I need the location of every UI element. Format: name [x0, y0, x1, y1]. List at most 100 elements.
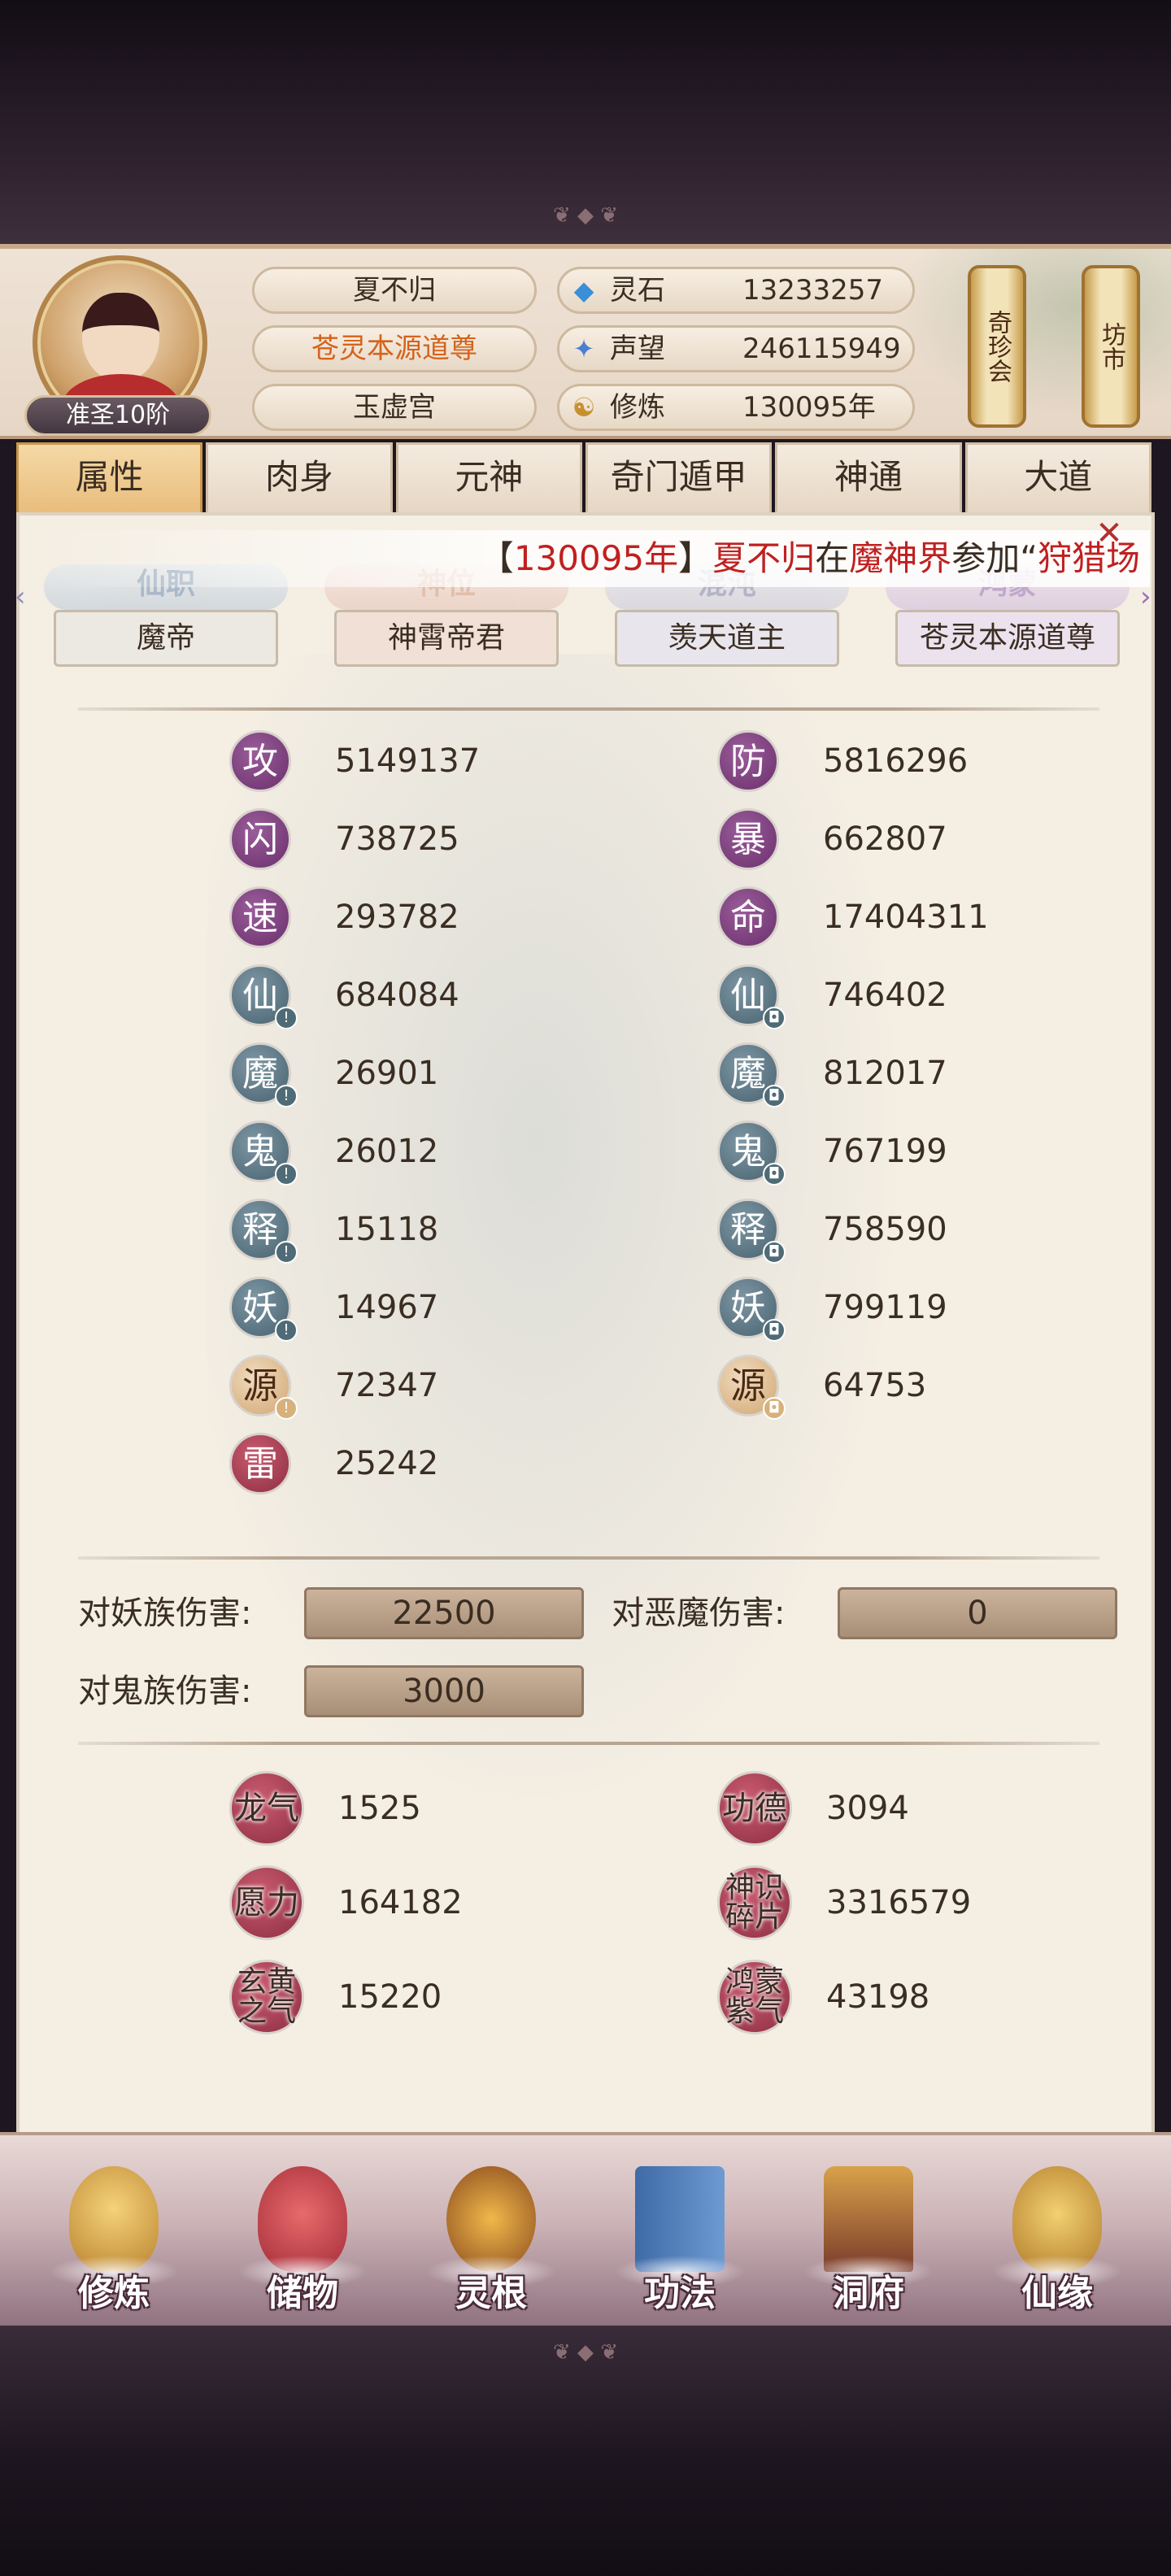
tab-body[interactable]: 肉身	[206, 442, 393, 512]
extra-value: 15220	[338, 1978, 442, 2016]
stat-ghost-defense: 鬼 ◘ 767199	[717, 1119, 1171, 1186]
nav-spirit-root[interactable]: 灵根	[426, 2160, 556, 2322]
stat-defense: 防 5816296	[717, 729, 1171, 794]
extra-value: 43198	[826, 1978, 930, 2016]
nav-fate[interactable]: 仙缘	[992, 2160, 1122, 2322]
damage-value-bar: 22500	[304, 1587, 584, 1639]
stat-thunder: 雷 25242	[229, 1431, 685, 1496]
stat-value: 293782	[335, 899, 459, 936]
tab-attributes[interactable]: 属性	[16, 442, 203, 512]
stat-immortal-defense: 仙 ◘ 746402	[717, 963, 1171, 1029]
stat-value: 684084	[335, 977, 459, 1014]
attack-icon: 攻	[229, 730, 291, 792]
nav-cave-abode[interactable]: 洞府	[803, 2160, 934, 2322]
title-value: 羡天道主	[615, 610, 839, 667]
extra-value: 3094	[826, 1790, 909, 1827]
stat-value: 64753	[823, 1367, 927, 1404]
stat-value: 662807	[823, 820, 947, 858]
broadcast-years: 130095年	[513, 538, 679, 578]
stat-value: 15118	[335, 1211, 439, 1248]
resource-label: 声望	[610, 333, 665, 365]
chevron-left-icon[interactable]: ‹	[15, 581, 36, 613]
stat-value: 746402	[823, 977, 947, 1014]
tab-great-dao[interactable]: 大道	[964, 442, 1151, 512]
stat-buddhist-attack: 释 ! 15118	[229, 1197, 685, 1264]
shield-sub-icon: ◘	[763, 1319, 786, 1342]
close-icon[interactable]: ✕	[1089, 517, 1130, 550]
nav-techniques[interactable]: 功法	[615, 2160, 745, 2322]
extra-merit: 功德 3094	[717, 1771, 1171, 1849]
stat-value: 758590	[823, 1211, 947, 1248]
nav-label: 仙缘	[1021, 2273, 1093, 2314]
speed-icon: 速	[229, 886, 291, 948]
thunder-icon: 雷	[229, 1433, 291, 1495]
tab-qimen[interactable]: 奇门遁甲	[585, 442, 773, 512]
attack-sub-icon: !	[275, 1085, 298, 1107]
player-header: 准圣10阶 夏不归 苍灵本源道尊 玉虚宫 ◆ 灵石 13233257 ✦ 声望 …	[0, 244, 1171, 439]
stat-value: 799119	[823, 1289, 947, 1326]
shield-sub-icon: ◘	[763, 1397, 786, 1420]
avatar-face	[82, 293, 159, 382]
stat-yao-attack: 妖 ! 14967	[229, 1275, 685, 1342]
bottom-navigation: 修炼 储物 灵根 功法 洞府 仙缘	[0, 2132, 1171, 2334]
resource-label: 修炼	[610, 391, 665, 424]
broadcast-realm: 魔神界	[849, 538, 952, 578]
spirit-stone-icon: ◆	[573, 275, 594, 306]
broadcast-bracket-close: 】	[678, 538, 713, 578]
attribute-panel: ‹ 仙职 魔帝 神位 神霄帝君 混沌 羡天道主 鸿蒙 苍灵本源道尊 › 【130…	[15, 512, 1155, 2139]
stat-demon-defense: 魔 ◘ 812017	[717, 1041, 1171, 1107]
stat-value: 738725	[335, 820, 459, 858]
broadcast-player: 夏不归	[712, 538, 816, 578]
extra-hongmeng-purple-qi: 鸿蒙 紫气 43198	[717, 1960, 1171, 2038]
broadcast-action: 参加“	[951, 538, 1038, 578]
attack-sub-icon: !	[275, 1007, 298, 1029]
stat-value: 5149137	[335, 742, 481, 780]
resource-value: 246115949	[742, 333, 901, 365]
extra-value: 3316579	[826, 1884, 972, 1921]
divider	[78, 1742, 1099, 1745]
critical-icon: 暴	[717, 808, 779, 870]
stat-value: 5816296	[823, 742, 969, 780]
extra-wish-power: 愿力 164182	[229, 1865, 685, 1943]
title-value: 苍灵本源道尊	[895, 610, 1120, 667]
damage-value-bar: 0	[838, 1587, 1117, 1639]
extra-divine-sense-shards: 神识 碎片 3316579	[717, 1865, 1171, 1943]
divider	[78, 1556, 1099, 1560]
extra-dragon-qi: 龙气 1525	[229, 1771, 685, 1849]
broadcast-connector: 在	[815, 538, 850, 578]
stat-origin-defense: 源 ◘ 64753	[717, 1353, 1171, 1420]
treasure-pavilion-button[interactable]: 奇珍会	[968, 265, 1026, 428]
shield-sub-icon: ◘	[763, 1085, 786, 1107]
stat-value: 812017	[823, 1055, 947, 1092]
nav-label: 洞府	[833, 2273, 904, 2314]
attack-sub-icon: !	[275, 1241, 298, 1264]
player-sect: 玉虚宫	[252, 384, 537, 431]
resource-label: 灵石	[610, 274, 665, 307]
resource-spirit-stone: ◆ 灵石 13233257	[557, 267, 915, 314]
nav-label: 功法	[644, 2273, 716, 2314]
rank-badge: 准圣10阶	[24, 395, 211, 436]
tab-divine-power[interactable]: 神通	[775, 442, 962, 512]
extra-value: 164182	[338, 1884, 463, 1921]
damage-label: 对妖族伤害:	[78, 1595, 252, 1632]
nav-cultivate[interactable]: 修炼	[49, 2160, 179, 2322]
nav-storage[interactable]: 储物	[237, 2160, 368, 2322]
resource-value: 130095年	[742, 391, 876, 424]
stat-speed: 速 293782	[229, 885, 685, 950]
top-ornament-icon: ❦ ◆ ❦	[552, 203, 619, 228]
market-button[interactable]: 坊市	[1082, 265, 1140, 428]
attack-sub-icon: !	[275, 1163, 298, 1186]
stat-value: 72347	[335, 1367, 439, 1404]
tab-soul[interactable]: 元神	[395, 442, 582, 512]
resource-cultivation: ☯ 修炼 130095年	[557, 384, 915, 431]
nav-label: 修炼	[78, 2273, 150, 2314]
stat-demon-attack: 魔 ! 26901	[229, 1041, 685, 1107]
stat-hp: 命 17404311	[717, 885, 1171, 950]
reputation-icon: ✦	[572, 333, 595, 364]
stat-origin-attack: 源 ! 72347	[229, 1353, 685, 1420]
cultivation-icon: ☯	[572, 392, 596, 423]
stat-critical: 暴 662807	[717, 807, 1171, 872]
stat-value: 14967	[335, 1289, 439, 1326]
extra-name: 神识 碎片	[725, 1871, 784, 1934]
extra-name: 玄黄 之气	[237, 1965, 296, 2028]
